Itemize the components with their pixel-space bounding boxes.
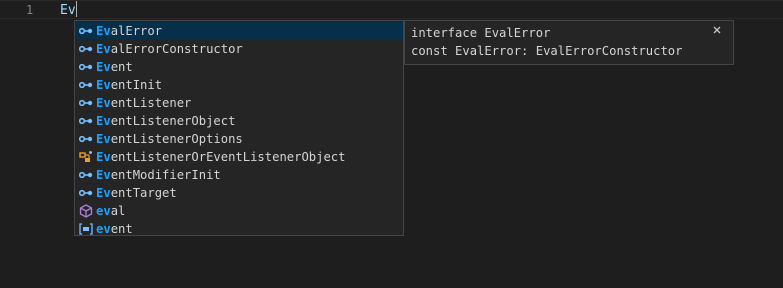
suggest-item-label: EvalErrorConstructor (96, 42, 243, 56)
suggest-item-evalerror[interactable]: EvalError (75, 22, 403, 40)
suggest-item-label: EventInit (96, 78, 163, 92)
code-editor[interactable]: 1 Ev EvalError EvalErrorConstructor Even… (0, 0, 783, 288)
current-line-highlight (0, 0, 783, 19)
interface-icon (78, 23, 94, 39)
suggest-item-eval[interactable]: eval (75, 202, 403, 220)
line-number: 1 (26, 3, 34, 17)
interface-icon (78, 113, 94, 129)
suggest-item-eventinit[interactable]: EventInit (75, 76, 403, 94)
interface-icon (78, 167, 94, 183)
code-text: Ev (60, 3, 76, 18)
function-cube-icon (78, 203, 94, 219)
suggest-item-label: EventModifierInit (96, 168, 221, 182)
interface-icon (78, 41, 94, 57)
interface-icon (78, 185, 94, 201)
interface-icon (78, 77, 94, 93)
suggest-item-eventtarget[interactable]: EventTarget (75, 184, 403, 202)
suggest-item-label: EvalError (96, 24, 163, 38)
close-details-button[interactable] (710, 23, 724, 37)
suggest-item-eventlistener[interactable]: EventListener (75, 94, 403, 112)
suggest-item-label: EventListenerOrEventListenerObject (96, 150, 346, 164)
suggest-item-eventlistenerobject[interactable]: EventListenerObject (75, 112, 403, 130)
close-icon (713, 26, 721, 34)
suggest-item-event[interactable]: Event (75, 58, 403, 76)
suggest-item-eventlisteneroreventlistenerobject[interactable]: EventListenerOrEventListenerObject (75, 148, 403, 166)
text-cursor (75, 1, 77, 17)
suggest-item-label: EventListenerOptions (96, 132, 243, 146)
suggest-widget[interactable]: EvalError EvalErrorConstructor Event Eve… (74, 20, 404, 236)
suggest-item-eventlisteneroptions[interactable]: EventListenerOptions (75, 130, 403, 148)
suggest-item-label: Event (96, 60, 133, 74)
suggest-item-eventmodifierinit[interactable]: EventModifierInit (75, 166, 403, 184)
variable-icon (78, 221, 94, 237)
interface-icon (78, 95, 94, 111)
interface-icon (78, 131, 94, 147)
suggest-details-panel: interface EvalError const EvalError: Eva… (404, 20, 734, 65)
suggest-item-label: event (96, 222, 133, 236)
suggest-item-label: EventListener (96, 96, 192, 110)
suggest-item-evalerrorconstructor[interactable]: EvalErrorConstructor (75, 40, 403, 58)
suggest-item-label: EventTarget (96, 186, 177, 200)
code-line[interactable]: Ev (60, 1, 77, 20)
details-type: const EvalError: EvalErrorConstructor (411, 44, 683, 58)
details-signature: interface EvalError (411, 26, 551, 40)
interface-icon (78, 59, 94, 75)
suggest-item-event-variable[interactable]: event (75, 220, 403, 238)
suggest-item-label: EventListenerObject (96, 114, 236, 128)
suggest-item-label: eval (96, 204, 126, 218)
type-alias-icon (78, 149, 94, 165)
